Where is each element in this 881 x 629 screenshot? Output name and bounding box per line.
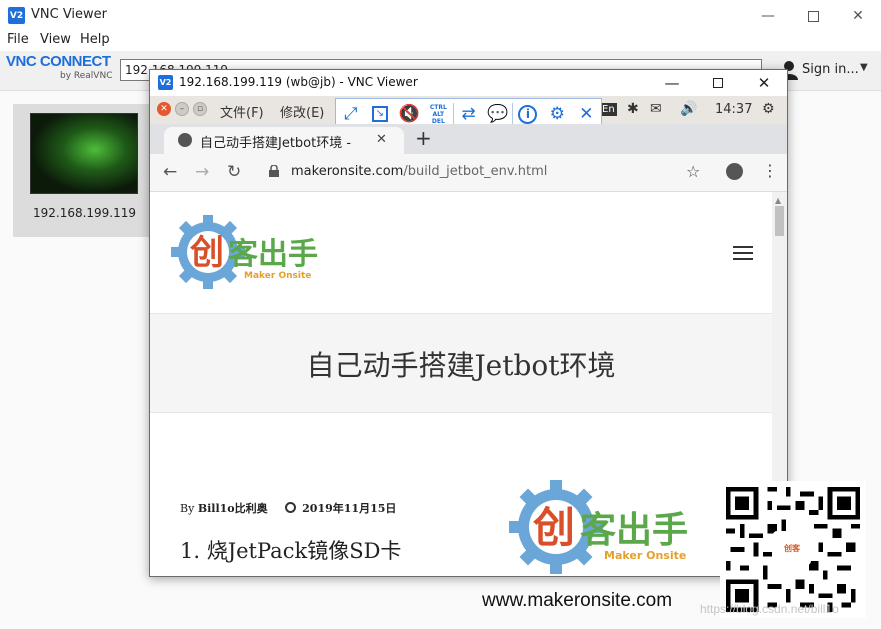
arrow-left-icon: ←: [163, 162, 178, 182]
reload-icon: ↻: [227, 162, 242, 182]
chat-icon: 💬: [487, 104, 509, 124]
tab-title: 自己动手搭建Jetbot环境 -: [200, 136, 352, 151]
browser-tabbar: 自己动手搭建Jetbot环境 - ✕ +: [150, 124, 787, 154]
volume-icon[interactable]: 🔊: [680, 101, 697, 117]
minimize-icon: –: [179, 104, 185, 114]
overlay-logo: 创 客出手 Maker Onsite: [509, 480, 688, 574]
gear-icon[interactable]: ⚙: [762, 101, 775, 117]
session-close-button[interactable]: ✕: [742, 72, 786, 94]
browser-toolbar: ← → ↻ makeronsite.com/build_jetbot_env.h…: [150, 154, 787, 192]
minimize-button[interactable]: —: [745, 4, 791, 28]
clock-icon: [285, 502, 297, 513]
scroll-up-icon[interactable]: ▲: [775, 196, 781, 205]
window-title: VNC Viewer: [31, 7, 108, 22]
hamburger-menu-icon[interactable]: [733, 246, 753, 260]
url-path: /build_jetbot_env.html: [403, 164, 548, 179]
title-band: 自己动手搭建Jetbot环境: [150, 313, 772, 413]
logo-chars-rest: 客出手: [228, 237, 318, 272]
session-minimize-button[interactable]: —: [650, 72, 694, 94]
section-heading: 1. 烧JetPack镜像SD卡: [180, 539, 402, 563]
close-icon: ✕: [579, 104, 594, 124]
plus-icon: +: [415, 126, 432, 150]
bookmark-star-icon[interactable]: ☆: [686, 162, 700, 181]
scale-icon: ↘: [371, 106, 388, 122]
overlay-site-url: www.makeronsite.com: [482, 590, 673, 611]
author-link[interactable]: Bill1o比利奥: [198, 502, 268, 515]
account-icon[interactable]: [726, 163, 743, 180]
site-logo[interactable]: 创 客出手 Maker Onsite: [170, 212, 340, 292]
vnc-app-icon: V2: [8, 7, 25, 24]
overlay-logo-tagline: Maker Onsite: [604, 549, 686, 562]
back-button[interactable]: ←: [163, 162, 177, 182]
url-domain: makeronsite.com: [291, 164, 404, 179]
csdn-watermark: https://blog.csdn.net/bill1o: [700, 602, 839, 616]
logo-char-1: 创: [189, 233, 224, 273]
minimize-icon: —: [664, 74, 680, 92]
arrow-right-icon: →: [195, 162, 210, 182]
expand-arrows-icon: ⤢: [343, 104, 358, 124]
clock[interactable]: 14:37: [715, 102, 752, 117]
gear-icon: ⚙: [549, 104, 565, 124]
remote-menu-file[interactable]: 文件(F): [220, 102, 264, 121]
menu-help[interactable]: Help: [80, 32, 110, 47]
post-meta: By Bill1o比利奥 2019年11月15日: [180, 500, 396, 516]
mail-icon[interactable]: ✉: [650, 101, 662, 117]
close-icon: ✕: [852, 8, 864, 24]
connection-thumbnail[interactable]: [30, 113, 138, 194]
bluetooth-icon[interactable]: ✱: [627, 101, 639, 117]
new-tab-button[interactable]: +: [415, 126, 432, 150]
remote-close-button[interactable]: ✕: [157, 102, 171, 116]
outer-titlebar: V2 VNC Viewer — ✕: [0, 0, 881, 31]
globe-icon: [178, 133, 192, 147]
chevron-down-icon[interactable]: ▼: [860, 62, 868, 73]
close-icon: ✕: [757, 74, 771, 92]
minimize-icon: —: [761, 8, 775, 24]
menu-view[interactable]: View: [40, 32, 71, 47]
keyboard-layout-indicator[interactable]: En: [600, 103, 617, 116]
session-title: 192.168.199.119 (wb@jb) - VNC Viewer: [179, 75, 418, 89]
overlay-logo-chars-rest: 客出手: [580, 510, 688, 551]
session-titlebar: V2 192.168.199.119 (wb@jb) - VNC Viewer …: [150, 70, 787, 96]
overlay-logo-char-1: 创: [533, 503, 575, 552]
vnc-app-icon: V2: [158, 75, 173, 90]
session-maximize-button[interactable]: [696, 72, 740, 94]
reload-button[interactable]: ↻: [227, 162, 241, 182]
url-bar[interactable]: makeronsite.com/build_jetbot_env.html: [291, 164, 547, 179]
menu-bar: File View Help: [0, 31, 881, 51]
author-prefix: By: [180, 502, 195, 515]
qr-center-logo: 创客: [773, 531, 811, 565]
close-icon: ✕: [160, 104, 168, 114]
remote-maximize-button[interactable]: ▫: [193, 102, 207, 116]
logo-tagline: Maker Onsite: [244, 271, 311, 281]
qr-code: 创客: [720, 481, 866, 618]
menu-file[interactable]: File: [7, 32, 29, 47]
sign-in-button[interactable]: Sign in...: [802, 62, 859, 77]
speaker-off-icon: 🔇: [398, 104, 420, 124]
remote-menu-edit[interactable]: 修改(E): [280, 102, 324, 121]
transfer-icon: ⇄: [461, 104, 476, 124]
info-icon: i: [518, 104, 538, 124]
remote-minimize-button[interactable]: –: [175, 102, 189, 116]
post-date[interactable]: 2019年11月15日: [302, 502, 396, 515]
close-icon: ✕: [376, 132, 387, 147]
maximize-icon: ▫: [196, 104, 204, 114]
kebab-menu-icon[interactable]: ⋮: [762, 161, 778, 180]
tab-active[interactable]: 自己动手搭建Jetbot环境 - ✕: [164, 127, 404, 154]
forward-button[interactable]: →: [195, 162, 209, 182]
connection-label[interactable]: 192.168.199.119: [13, 206, 156, 220]
page-title: 自己动手搭建Jetbot环境: [306, 349, 616, 382]
maximize-icon: [807, 10, 819, 22]
lock-icon[interactable]: [269, 165, 279, 177]
close-button[interactable]: ✕: [835, 4, 881, 28]
scroll-thumb[interactable]: [775, 206, 784, 236]
vnc-connect-logo: VNC CONNECT: [6, 53, 111, 70]
vnc-logo-subtitle: by RealVNC: [60, 71, 113, 81]
site-header: 创 客出手 Maker Onsite: [150, 192, 772, 313]
maximize-button[interactable]: [790, 4, 836, 28]
tab-close-button[interactable]: ✕: [376, 132, 387, 147]
ctrl-alt-del-icon: CTRL ALT DEL: [429, 103, 447, 125]
maximize-icon: [713, 78, 723, 88]
